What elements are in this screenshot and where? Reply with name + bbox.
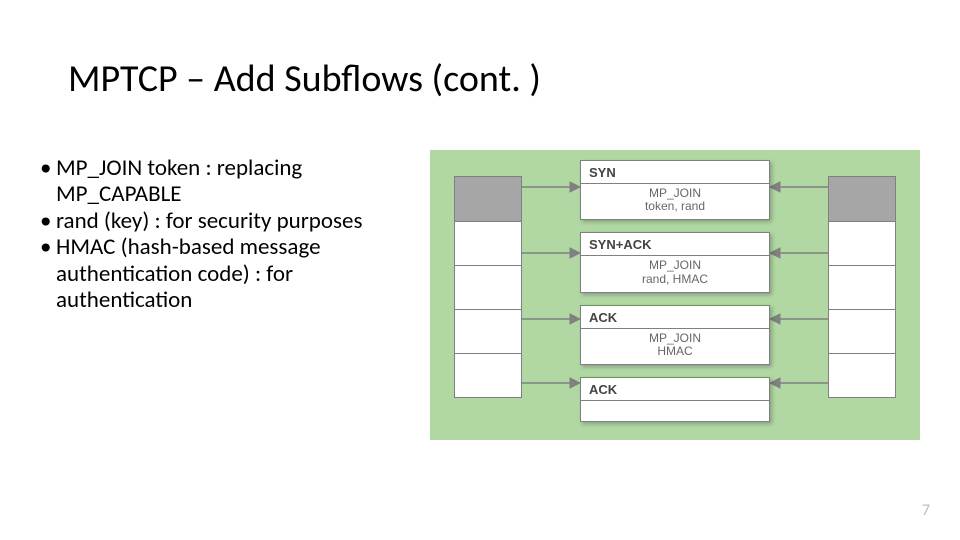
host-b-slot bbox=[828, 222, 896, 266]
host-b-head bbox=[828, 176, 896, 222]
message-box: ACK bbox=[580, 377, 770, 422]
message-header: SYN bbox=[581, 163, 769, 184]
host-a-slot bbox=[454, 310, 522, 354]
message-box: SYN+ACK MP_JOINrand, HMAC bbox=[580, 232, 770, 292]
arrow-left-icon bbox=[770, 244, 828, 262]
message-option: MP_JOINHMAC bbox=[581, 329, 769, 358]
message-option: MP_JOINrand, HMAC bbox=[581, 256, 769, 285]
arrow-right-icon bbox=[522, 310, 580, 328]
message-option: MP_JOINtoken, rand bbox=[581, 184, 769, 213]
bullet-dot: • bbox=[40, 155, 56, 208]
bullet-item: • HMAC (hash-based message authenticatio… bbox=[40, 234, 420, 313]
message-header: SYN+ACK bbox=[581, 235, 769, 256]
handshake-diagram: SYN MP_JOINtoken, rand SYN+ACK MP_JOINra… bbox=[430, 150, 920, 440]
bullet-item: • rand (key) : for security purposes bbox=[40, 208, 420, 234]
host-a-slot bbox=[454, 222, 522, 266]
host-a-slot bbox=[454, 354, 522, 398]
slide-title: MPTCP – Add Subflows (cont. ) bbox=[68, 56, 541, 102]
host-a-stack bbox=[454, 176, 522, 398]
arrow-right-icon bbox=[522, 374, 580, 392]
host-b-stack bbox=[828, 176, 896, 398]
message-header: ACK bbox=[581, 308, 769, 329]
message-box: SYN MP_JOINtoken, rand bbox=[580, 160, 770, 220]
bullet-text: HMAC (hash-based message authentication … bbox=[56, 234, 420, 313]
host-a-slot bbox=[454, 266, 522, 310]
page-number: 7 bbox=[922, 501, 930, 520]
bullet-dot: • bbox=[40, 208, 56, 234]
bullet-list: • MP_JOIN token : replacing MP_CAPABLE •… bbox=[40, 155, 420, 314]
message-box: ACK MP_JOINHMAC bbox=[580, 305, 770, 365]
host-b-slot bbox=[828, 266, 896, 310]
bullet-text: rand (key) : for security purposes bbox=[56, 208, 420, 234]
bullet-item: • MP_JOIN token : replacing MP_CAPABLE bbox=[40, 155, 420, 208]
arrow-left-icon bbox=[770, 178, 828, 196]
arrow-left-icon bbox=[770, 310, 828, 328]
host-b-slot bbox=[828, 310, 896, 354]
bullet-text: MP_JOIN token : replacing MP_CAPABLE bbox=[56, 155, 420, 208]
bullet-dot: • bbox=[40, 234, 56, 313]
slide: MPTCP – Add Subflows (cont. ) • MP_JOIN … bbox=[0, 0, 960, 540]
message-header: ACK bbox=[581, 380, 769, 401]
arrow-right-icon bbox=[522, 178, 580, 196]
host-a-head bbox=[454, 176, 522, 222]
message-column: SYN MP_JOINtoken, rand SYN+ACK MP_JOINra… bbox=[580, 160, 770, 434]
arrow-right-icon bbox=[522, 244, 580, 262]
host-b-slot bbox=[828, 354, 896, 398]
arrow-left-icon bbox=[770, 374, 828, 392]
